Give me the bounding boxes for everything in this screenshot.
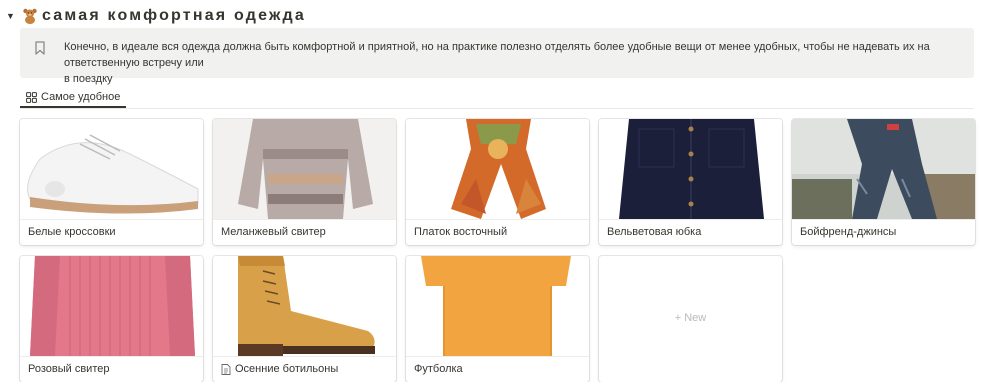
card-title: Платок восточный <box>414 226 508 238</box>
card-title: Меланжевый свитер <box>221 226 326 238</box>
card-cover-corduroy-skirt <box>599 119 782 220</box>
triangle-down-icon[interactable]: ▼ <box>6 11 16 21</box>
section-title[interactable]: самая комфортная одежда <box>42 7 306 25</box>
tab-gallery-view[interactable]: Самое удобное <box>20 88 127 108</box>
document-icon <box>221 363 231 375</box>
card-title: Вельветовая юбка <box>607 226 702 238</box>
card-cover-orange-tshirt <box>406 256 589 357</box>
teddy-bear-icon <box>23 8 37 24</box>
gallery-card[interactable]: Футболка <box>406 256 589 382</box>
gallery-card[interactable]: Осенние ботильоны <box>213 256 396 382</box>
card-cover-boyfriend-jeans <box>792 119 975 220</box>
new-card-label: + New <box>674 312 707 324</box>
card-cover-autumn-boots <box>213 256 396 357</box>
card-cover-melange-sweater <box>213 119 396 220</box>
card-title: Розовый свитер <box>28 363 110 375</box>
callout-text-line: Конечно, в идеале вся одежда должна быть… <box>64 41 930 69</box>
gallery-card[interactable]: Розовый свитер <box>20 256 203 382</box>
card-title-text: Осенние ботильоны <box>235 363 339 375</box>
gallery-grid-icon <box>26 91 37 103</box>
card-title: Белые кроссовки <box>28 226 116 238</box>
bookmark-icon <box>35 41 45 55</box>
view-tabs: Самое удобное <box>20 88 974 109</box>
gallery-card[interactable]: Меланжевый свитер <box>213 119 396 245</box>
card-title: Футболка <box>414 363 463 375</box>
card-title: Бойфренд-джинсы <box>800 226 897 238</box>
card-cover-pink-sweater <box>20 256 203 357</box>
card-title: Осенние ботильоны <box>221 363 338 375</box>
new-card-button[interactable]: + New <box>599 256 782 382</box>
gallery-card[interactable]: Белые кроссовки <box>20 119 203 245</box>
gallery-card[interactable]: Бойфренд-джинсы <box>792 119 975 245</box>
callout-text[interactable]: Конечно, в идеале вся одежда должна быть… <box>64 39 958 85</box>
section-header: ▼ самая комфортная одежда <box>6 6 306 26</box>
gallery-card[interactable]: Вельветовая юбка <box>599 119 782 245</box>
callout: Конечно, в идеале вся одежда должна быть… <box>20 28 974 85</box>
tab-label: Самое удобное <box>41 91 121 103</box>
card-cover-oriental-scarf <box>406 119 589 220</box>
gallery-card[interactable]: Платок восточный <box>406 119 589 245</box>
card-cover-white-sneakers <box>20 119 203 220</box>
callout-text-line: в поездку <box>64 73 113 85</box>
